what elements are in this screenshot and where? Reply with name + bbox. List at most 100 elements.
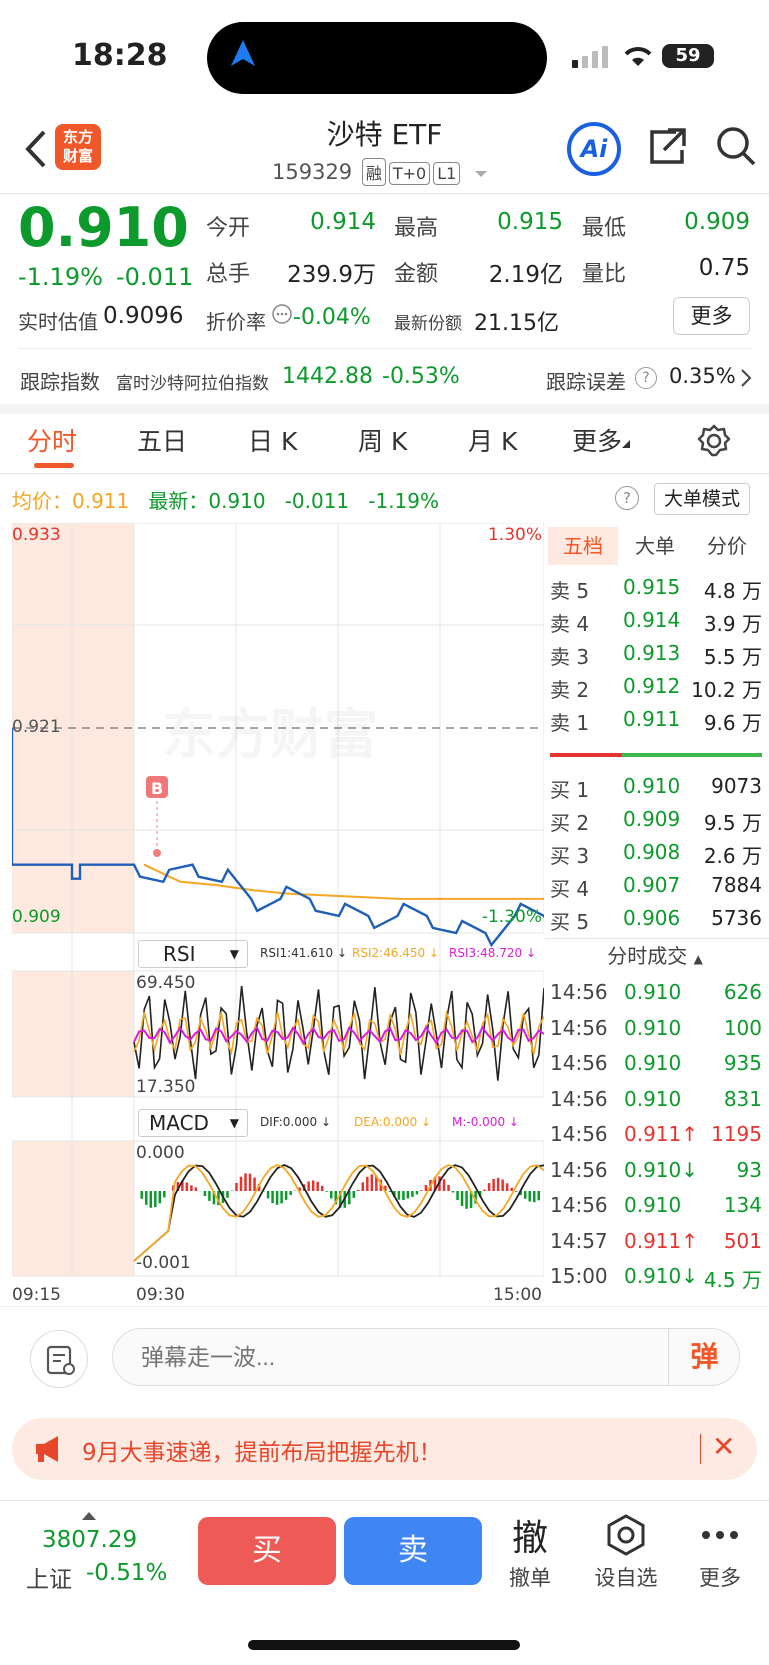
tracking-index-value: 1442.88 xyxy=(282,364,373,389)
shares-label: 最新份额 xyxy=(394,314,462,334)
macd-bar xyxy=(275,1191,279,1205)
time-start-label: 09:15 xyxy=(12,1285,61,1305)
promo-banner[interactable]: 9月大事速递，提前布局把握先机！ ✕ xyxy=(12,1418,757,1480)
bid-row[interactable]: 买 5 0.906 5736 xyxy=(548,902,762,936)
tick-time: 14:56 xyxy=(550,980,608,1004)
tag-margin: 融 xyxy=(361,158,386,186)
help-icon[interactable]: ? xyxy=(635,367,657,389)
help-icon[interactable]: ? xyxy=(615,486,639,510)
footer-more-button[interactable]: 更多 xyxy=(680,1510,760,1592)
security-code-row[interactable]: 159329 融 T+0 L1 xyxy=(272,158,489,186)
tab-intraday[interactable]: 分时 xyxy=(27,422,77,458)
field-value-volume-ratio: 0.75 xyxy=(698,255,750,281)
ask-row[interactable]: 卖 1 0.911 9.6 万 xyxy=(548,703,762,737)
big-order-mode-button[interactable]: 大单模式 xyxy=(654,483,750,515)
close-icon[interactable]: ✕ xyxy=(712,1430,735,1463)
gear-icon[interactable] xyxy=(697,424,731,458)
home-indicator xyxy=(248,1640,520,1650)
tab-daily-k[interactable]: 日 K xyxy=(248,422,297,458)
book-price: 0.913 xyxy=(623,641,681,665)
tick-row[interactable]: 14:56 0.911↑ 1195 xyxy=(548,1120,762,1156)
book-volume: 5.5 万 xyxy=(703,645,762,669)
book-level-label: 买 5 xyxy=(550,910,590,934)
memo-button[interactable] xyxy=(30,1330,88,1388)
tick-row[interactable]: 14:56 0.910 100 xyxy=(548,1014,762,1050)
macd-bar xyxy=(284,1191,288,1200)
rsi-selector[interactable]: RSI ▼ xyxy=(138,940,248,968)
dif-value: DIF:0.000 ↓ xyxy=(260,1115,332,1129)
more-button[interactable]: 更多 xyxy=(673,297,750,335)
macd-bar xyxy=(537,1191,540,1201)
memo-icon xyxy=(46,1345,75,1375)
megaphone-icon xyxy=(36,1436,58,1462)
macd-bar xyxy=(532,1191,536,1203)
bid-row[interactable]: 买 4 0.907 7884 xyxy=(548,869,762,903)
add-watchlist-button[interactable]: 设自选 xyxy=(586,1510,666,1592)
ask-row[interactable]: 卖 3 0.913 5.5 万 xyxy=(548,637,762,671)
book-volume: 9.6 万 xyxy=(703,711,762,735)
search-icon[interactable] xyxy=(714,124,758,168)
intraday-chart[interactable]: 东方财富 0.933 0.921 0.909 1.30% -1.30% B RS… xyxy=(12,523,544,1305)
bid-row[interactable]: 买 1 0.910 9073 xyxy=(548,770,762,804)
tracking-index-name[interactable]: 富时沙特阿拉伯指数 xyxy=(116,369,269,394)
ask-row[interactable]: 卖 4 0.914 3.9 万 xyxy=(548,604,762,638)
tick-row[interactable]: 14:56 0.910 831 xyxy=(548,1085,762,1121)
caret-down-icon: ▼ xyxy=(229,1116,239,1130)
macd-selector[interactable]: MACD ▼ xyxy=(138,1109,248,1137)
tab-monthly-k[interactable]: 月 K xyxy=(468,422,517,458)
share-icon[interactable] xyxy=(646,124,690,168)
danmu-send-button[interactable]: 弹 xyxy=(668,1328,740,1386)
book-level-label: 买 3 xyxy=(550,844,590,868)
bid-row[interactable]: 买 2 0.909 9.5 万 xyxy=(548,803,762,837)
tab-more[interactable]: 更多 xyxy=(572,422,632,458)
caret-up-icon[interactable] xyxy=(82,1512,96,1520)
field-value-low: 0.909 xyxy=(684,209,750,235)
change-amount: -0.011 xyxy=(116,263,194,291)
tick-row[interactable]: 14:56 0.910↓ 93 xyxy=(548,1156,762,1192)
tick-row[interactable]: 14:56 0.910 626 xyxy=(548,978,762,1014)
macd-bar xyxy=(145,1191,148,1205)
ai-assistant-button[interactable]: Ai xyxy=(567,122,621,176)
macd-bar xyxy=(357,1189,360,1191)
book-tab-big-orders[interactable]: 大单 xyxy=(620,527,690,565)
danmu-input[interactable] xyxy=(112,1328,740,1386)
macd-bar xyxy=(514,1191,518,1192)
book-tab-five-levels[interactable]: 五档 xyxy=(548,527,618,565)
info-dots-icon[interactable] xyxy=(271,303,293,325)
buy-button[interactable]: 买 xyxy=(198,1517,336,1585)
cancel-order-button[interactable]: 撤 撤单 xyxy=(490,1510,570,1592)
tab-weekly-k[interactable]: 周 K xyxy=(358,422,407,458)
tick-price: 0.910↓ xyxy=(624,1157,699,1182)
book-volume: 9.5 万 xyxy=(703,811,762,835)
divider xyxy=(0,1500,769,1501)
ticks-header[interactable]: 分时成交 ▲ xyxy=(548,940,762,969)
ask-row[interactable]: 卖 5 0.915 4.8 万 xyxy=(548,571,762,605)
tick-time: 14:56 xyxy=(550,1122,608,1146)
tick-row[interactable]: 15:00 0.910↓ 4.5 万 xyxy=(548,1262,762,1298)
tick-row[interactable]: 14:56 0.910 134 xyxy=(548,1191,762,1227)
nav-value: 0.9096 xyxy=(103,303,184,329)
macd-bar xyxy=(411,1191,414,1197)
shares-value: 21.15亿 xyxy=(474,311,559,336)
tab-five-day[interactable]: 五日 xyxy=(137,422,187,458)
bid-row[interactable]: 买 3 0.908 2.6 万 xyxy=(548,836,762,870)
tick-volume: 4.5 万 xyxy=(703,1268,762,1292)
tick-row[interactable]: 14:56 0.910 935 xyxy=(548,1049,762,1085)
tick-row[interactable]: 14:57 0.911↑ 501 xyxy=(548,1227,762,1263)
macd-bar xyxy=(158,1191,162,1204)
tick-price: 0.911↑ xyxy=(624,1228,699,1253)
book-price: 0.914 xyxy=(623,608,681,632)
ask-row[interactable]: 卖 2 0.912 10.2 万 xyxy=(548,670,762,704)
macd-bar xyxy=(456,1191,459,1201)
cancel-order-label: 撤单 xyxy=(509,1566,551,1590)
book-tab-price-levels[interactable]: 分价 xyxy=(692,527,762,565)
chevron-right-icon[interactable] xyxy=(740,368,752,388)
macd-bar xyxy=(190,1185,193,1191)
market-index-value[interactable]: 3807.29 xyxy=(42,1527,137,1553)
cancel-order-icon: 撤 xyxy=(511,1518,548,1559)
last-price: 0.910 xyxy=(18,196,189,259)
macd-bar xyxy=(496,1177,500,1191)
book-price: 0.908 xyxy=(623,840,681,864)
sell-button[interactable]: 卖 xyxy=(344,1517,482,1585)
tick-price: 0.910 xyxy=(624,1086,682,1111)
